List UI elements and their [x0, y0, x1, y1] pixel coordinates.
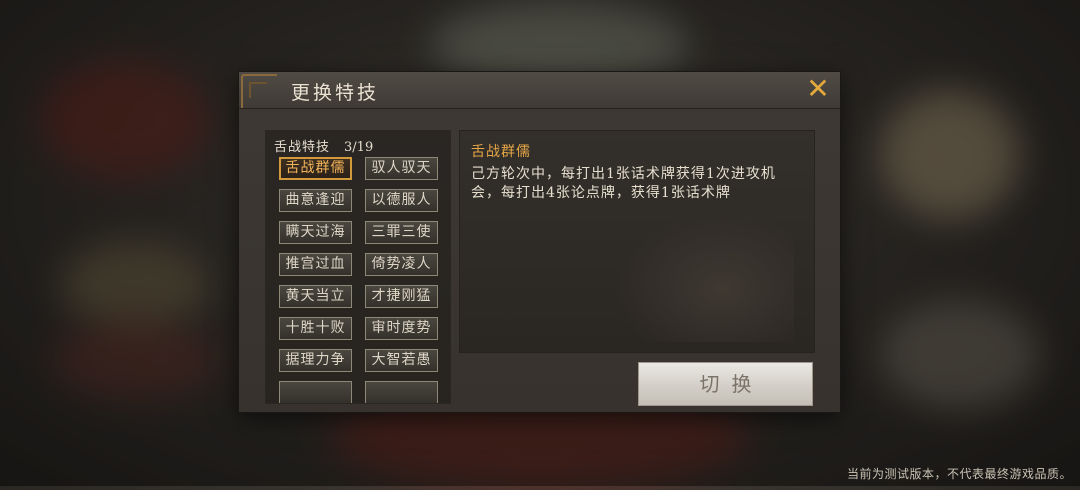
- skill-button[interactable]: 曲意逢迎: [279, 189, 352, 212]
- skill-button[interactable]: 黄天当立: [279, 285, 352, 308]
- skill-grid: 舌战群儒 驭人驭天 曲意逢迎 以德服人 瞒天过海 三罪三使 推宫过血 倚势凌人 …: [279, 157, 449, 403]
- skill-button-partial[interactable]: [279, 381, 352, 403]
- dialog-title: 更换特技: [291, 82, 380, 104]
- change-skill-dialog: 更换特技 ✕ 舌战特技 3/19 舌战群儒 驭人驭天 曲意逢迎 以德服人 瞒天过海…: [239, 72, 840, 412]
- switch-button[interactable]: 切换: [638, 362, 813, 406]
- skill-button[interactable]: 以德服人: [365, 189, 438, 212]
- corner-ornament-icon: [241, 74, 277, 108]
- skill-list-header: 舌战特技 3/19: [274, 136, 373, 155]
- skill-description-panel: 舌战群儒 己方轮次中，每打出1张话术牌获得1次进攻机会，每打出4张论点牌，获得1…: [459, 130, 815, 353]
- skill-button-partial[interactable]: [365, 381, 438, 403]
- skill-button[interactable]: 瞒天过海: [279, 221, 352, 244]
- skill-list-panel[interactable]: 舌战特技 3/19 舌战群儒 驭人驭天 曲意逢迎 以德服人 瞒天过海 三罪三使 推…: [265, 130, 451, 404]
- skill-button[interactable]: 三罪三使: [365, 221, 438, 244]
- skill-count: 3/19: [344, 140, 374, 155]
- close-icon[interactable]: ✕: [804, 75, 832, 103]
- skill-category-label: 舌战特技: [274, 140, 331, 155]
- skill-button[interactable]: 审时度势: [365, 317, 438, 340]
- background-artwork: [614, 212, 794, 342]
- skill-button[interactable]: 驭人驭天: [365, 157, 438, 180]
- skill-button[interactable]: 推宫过血: [279, 253, 352, 276]
- skill-description-text: 己方轮次中，每打出1张话术牌获得1次进攻机会，每打出4张论点牌，获得1张话术牌: [471, 166, 776, 201]
- dialog-header: 更换特技 ✕: [239, 72, 840, 109]
- skill-button[interactable]: 大智若愚: [365, 349, 438, 372]
- skill-button-selected[interactable]: 舌战群儒: [279, 157, 352, 180]
- skill-button[interactable]: 据理力争: [279, 349, 352, 372]
- test-version-notice: 当前为测试版本，不代表最终游戏品质。: [846, 467, 1072, 481]
- skill-button[interactable]: 倚势凌人: [365, 253, 438, 276]
- skill-button[interactable]: 十胜十败: [279, 317, 352, 340]
- skill-description-title: 舌战群儒: [471, 144, 531, 160]
- skill-button[interactable]: 才捷刚猛: [365, 285, 438, 308]
